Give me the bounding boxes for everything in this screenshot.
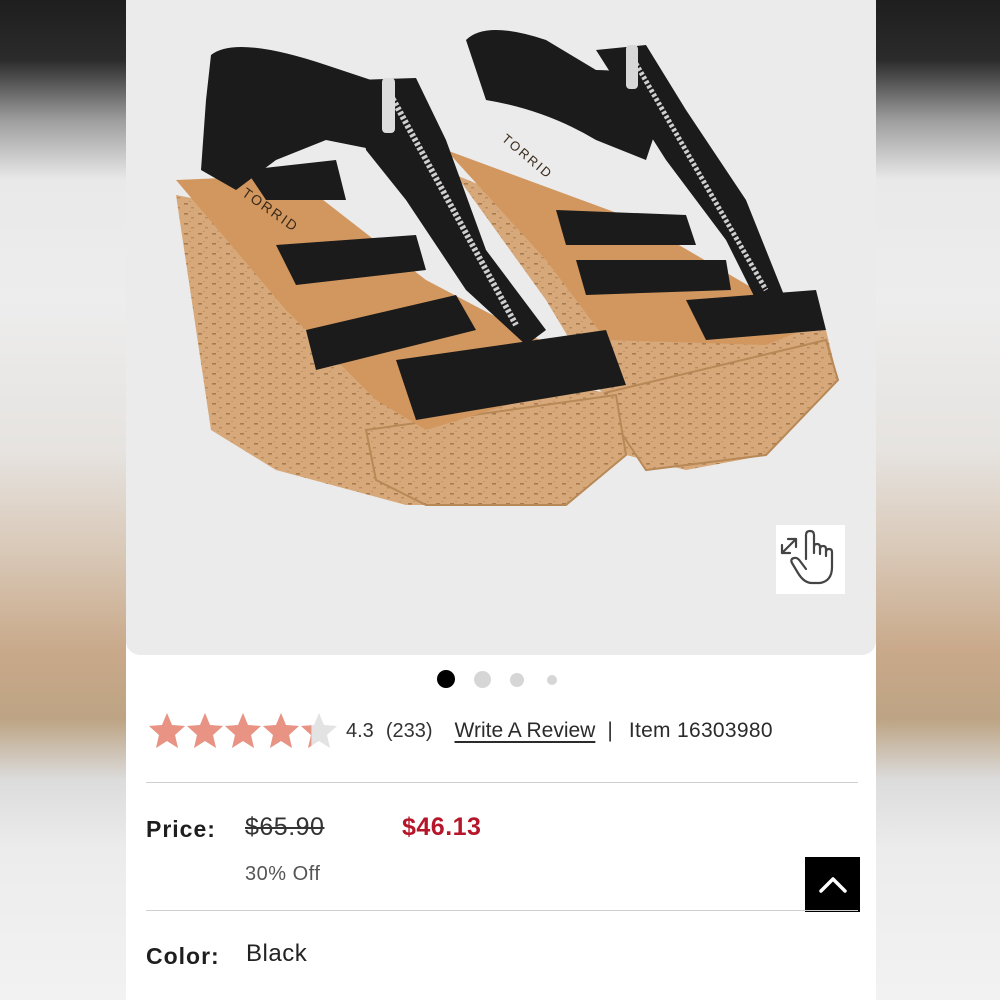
star-icon [149, 713, 185, 748]
star-icon [187, 713, 223, 748]
star-icon [225, 713, 261, 748]
blurred-background-left [0, 0, 126, 1000]
zoom-hand-icon [780, 529, 834, 585]
sandals-illustration: TORRID TORRID [176, 30, 840, 506]
price-label: Price: [146, 816, 216, 842]
item-number: Item 16303980 [628, 719, 773, 742]
star-rating[interactable] [148, 712, 338, 750]
divider [146, 782, 858, 783]
carousel-dot-2[interactable] [474, 671, 491, 688]
divider [146, 910, 858, 911]
back-to-top-button[interactable] [805, 857, 860, 912]
carousel-dot-1[interactable] [437, 670, 455, 688]
star-icon [301, 713, 337, 748]
product-image[interactable]: TORRID TORRID [126, 0, 876, 655]
discount-label: 30% Off [245, 863, 321, 885]
original-price: $65.90 [245, 813, 325, 841]
star-icon [263, 713, 299, 748]
color-value: Black [246, 940, 308, 967]
carousel-dot-3[interactable] [510, 673, 524, 687]
review-count[interactable]: (233) [386, 720, 433, 743]
color-label: Color: [146, 943, 220, 969]
write-review-link[interactable]: Write A Review [455, 719, 596, 743]
rating-value: 4.3 [346, 719, 374, 742]
blurred-background-right [876, 0, 1000, 1000]
rating-row: 4.3 (233) Write A Review | Item 16303980 [148, 708, 868, 754]
zoom-button[interactable] [776, 525, 845, 594]
carousel-indicator [126, 670, 876, 690]
carousel-dot-4[interactable] [547, 675, 557, 685]
chevron-up-icon [818, 876, 847, 893]
sale-price: $46.13 [402, 813, 482, 841]
separator: | [607, 719, 613, 742]
product-card: TORRID TORRID 4.3 (233) Write A Review |… [126, 0, 876, 1000]
